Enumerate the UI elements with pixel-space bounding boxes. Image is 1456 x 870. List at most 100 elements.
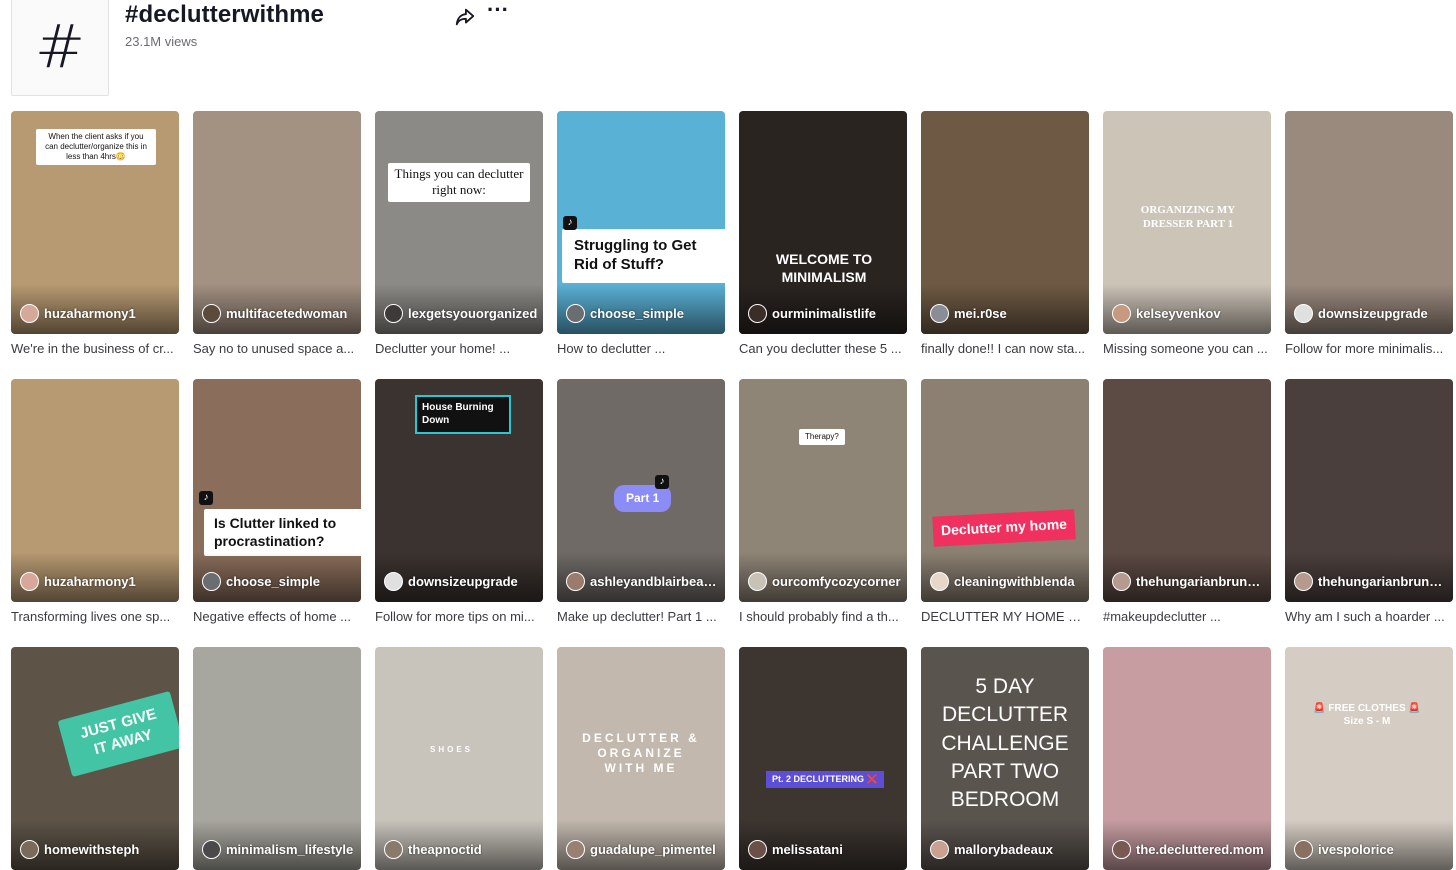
video-thumbnail[interactable]: 5 DAY DECLUTTER CHALLENGE PART TWO BEDRO… (921, 647, 1089, 870)
video-card[interactable]: thehungarianbrunet... Why am I such a hoa… (1285, 379, 1453, 624)
author-name[interactable]: multifacetedwoman (226, 306, 347, 321)
video-caption[interactable]: We're in the business of cr... (11, 341, 179, 356)
video-card[interactable]: Pt. 2 DECLUTTERING ❌ melissatani (739, 647, 907, 870)
video-thumbnail[interactable]: minimalism_lifestyle (193, 647, 361, 870)
more-options-icon[interactable]: ··· (487, 0, 509, 24)
video-caption[interactable]: Can you declutter these 5 ... (739, 341, 907, 356)
video-thumbnail[interactable]: thehungarianbrunet... (1285, 379, 1453, 602)
video-card[interactable]: multifacetedwoman Say no to unused space … (193, 111, 361, 356)
author-name[interactable]: ashleyandblairbeauty (590, 574, 720, 589)
video-thumbnail[interactable]: downsizeupgrade (1285, 111, 1453, 334)
video-caption[interactable]: #makeupdeclutter ... (1103, 609, 1271, 624)
author-row[interactable]: kelseyvenkov (1112, 304, 1221, 323)
video-card[interactable]: DECLUTTER & ORGANIZE WITH ME guadalupe_pi… (557, 647, 725, 870)
video-thumbnail[interactable]: JUST GIVE IT AWAY homewithsteph (11, 647, 179, 870)
author-avatar[interactable] (202, 572, 221, 591)
author-name[interactable]: kelseyvenkov (1136, 306, 1221, 321)
video-caption[interactable]: Negative effects of home ... (193, 609, 361, 624)
author-row[interactable]: downsizeupgrade (1294, 304, 1428, 323)
author-row[interactable]: downsizeupgrade (384, 572, 518, 591)
video-card[interactable]: Is Clutter linked to procrastination? ♪ ch… (193, 379, 361, 624)
video-card[interactable]: Struggling to Get Rid of Stuff? ♪ choose_s… (557, 111, 725, 356)
video-card[interactable]: 5 DAY DECLUTTER CHALLENGE PART TWO BEDRO… (921, 647, 1089, 870)
author-name[interactable]: downsizeupgrade (1318, 306, 1428, 321)
author-row[interactable]: thehungarianbrunet... (1112, 572, 1266, 591)
author-row[interactable]: ashleyandblairbeauty (566, 572, 720, 591)
video-thumbnail[interactable]: Struggling to Get Rid of Stuff? ♪ choose_s… (557, 111, 725, 334)
video-thumbnail[interactable]: Things you can declutter right now: lexge… (375, 111, 543, 334)
video-card[interactable]: SHOES theapnoctid (375, 647, 543, 870)
video-caption[interactable]: Why am I such a hoarder ... (1285, 609, 1453, 624)
author-avatar[interactable] (384, 304, 403, 323)
author-row[interactable]: choose_simple (202, 572, 320, 591)
video-caption[interactable]: Follow for more tips on mi... (375, 609, 543, 624)
video-thumbnail[interactable]: the.decluttered.mom (1103, 647, 1271, 870)
video-thumbnail[interactable]: When the client asks if you can declutte… (11, 111, 179, 334)
video-card[interactable]: 🚨 FREE CLOTHES 🚨 Size S - Mivespolorice (1285, 647, 1453, 870)
video-caption[interactable]: How to declutter ... (557, 341, 725, 356)
video-card[interactable]: When the client asks if you can declutte… (11, 111, 179, 356)
video-thumbnail[interactable]: SHOES theapnoctid (375, 647, 543, 870)
video-caption[interactable]: Transforming lives one sp... (11, 609, 179, 624)
author-avatar[interactable] (930, 572, 949, 591)
video-card[interactable]: Declutter my home cleaningwithblenda DECLU… (921, 379, 1089, 624)
author-avatar[interactable] (748, 304, 767, 323)
video-card[interactable]: mei.r0se finally done!! I can now sta... (921, 111, 1089, 356)
author-avatar[interactable] (1294, 572, 1313, 591)
author-avatar[interactable] (1112, 304, 1131, 323)
author-avatar[interactable] (1294, 304, 1313, 323)
video-thumbnail[interactable]: Declutter my home cleaningwithblenda (921, 379, 1089, 602)
author-name[interactable]: ourminimalistlife (772, 306, 876, 321)
author-avatar[interactable] (1112, 572, 1131, 591)
video-card[interactable]: Things you can declutter right now: lexge… (375, 111, 543, 356)
video-card[interactable]: thehungarianbrunet... #makeupdeclutter ..… (1103, 379, 1271, 624)
video-caption[interactable]: Say no to unused space a... (193, 341, 361, 356)
video-card[interactable]: downsizeupgrade Follow for more minimalis… (1285, 111, 1453, 356)
video-caption[interactable]: Declutter your home! ... (375, 341, 543, 356)
video-card[interactable]: Book story part 2huzaharmony1 Transformin… (11, 379, 179, 624)
video-card[interactable]: Part 1 ♪ ashleyandblairbeauty Make up declu… (557, 379, 725, 624)
video-thumbnail[interactable]: thehungarianbrunet... (1103, 379, 1271, 602)
author-name[interactable]: choose_simple (226, 574, 320, 589)
author-avatar[interactable] (566, 304, 585, 323)
author-row[interactable]: mei.r0se (930, 304, 1007, 323)
author-row[interactable]: huzaharmony1 (20, 572, 136, 591)
video-thumbnail[interactable]: Is Clutter linked to procrastination? ♪ ch… (193, 379, 361, 602)
video-thumbnail[interactable]: Therapy? ourcomfycozycorner (739, 379, 907, 602)
video-card[interactable]: the.decluttered.mom (1103, 647, 1271, 870)
author-name[interactable]: huzaharmony1 (44, 574, 136, 589)
author-row[interactable]: huzaharmony1 (20, 304, 136, 323)
video-thumbnail[interactable]: multifacetedwoman (193, 111, 361, 334)
video-thumbnail[interactable]: Book story part 2huzaharmony1 (11, 379, 179, 602)
author-avatar[interactable] (566, 572, 585, 591)
video-caption[interactable]: Follow for more minimalis... (1285, 341, 1453, 356)
author-row[interactable]: ourminimalistlife (748, 304, 876, 323)
author-avatar[interactable] (202, 304, 221, 323)
author-row[interactable]: choose_simple (566, 304, 684, 323)
author-row[interactable]: thehungarianbrunet... (1294, 572, 1448, 591)
video-thumbnail[interactable]: House Burning Down downsizeupgrade (375, 379, 543, 602)
video-caption[interactable]: Missing someone you can ... (1103, 341, 1271, 356)
author-row[interactable]: lexgetsyouorganized (384, 304, 537, 323)
author-avatar[interactable] (20, 572, 39, 591)
video-caption[interactable]: finally done!! I can now sta... (921, 341, 1089, 356)
video-caption[interactable]: Make up declutter! Part 1 ... (557, 609, 725, 624)
video-thumbnail[interactable]: 🚨 FREE CLOTHES 🚨 Size S - Mivespolorice (1285, 647, 1453, 870)
video-thumbnail[interactable]: WELCOME TO MINIMALISM ourminimalistlife (739, 111, 907, 334)
video-card[interactable]: JUST GIVE IT AWAY homewithsteph (11, 647, 179, 870)
author-row[interactable]: multifacetedwoman (202, 304, 347, 323)
video-thumbnail[interactable]: mei.r0se (921, 111, 1089, 334)
author-name[interactable]: lexgetsyouorganized (408, 306, 537, 321)
author-row[interactable]: ourcomfycozycorner (748, 572, 901, 591)
author-row[interactable]: cleaningwithblenda (930, 572, 1075, 591)
author-name[interactable]: huzaharmony1 (44, 306, 136, 321)
video-thumbnail[interactable]: Part 1 ♪ ashleyandblairbeauty (557, 379, 725, 602)
author-name[interactable]: mei.r0se (954, 306, 1007, 321)
video-card[interactable]: WELCOME TO MINIMALISM ourminimalistlife Ca… (739, 111, 907, 356)
video-thumbnail[interactable]: ORGANIZING MY DRESSER PART 1 kelseyvenkov (1103, 111, 1271, 334)
share-icon[interactable] (454, 6, 476, 28)
video-card[interactable]: Therapy? ourcomfycozycorner I should proba… (739, 379, 907, 624)
author-name[interactable]: downsizeupgrade (408, 574, 518, 589)
author-avatar[interactable] (384, 572, 403, 591)
author-name[interactable]: thehungarianbrunet... (1136, 574, 1266, 589)
